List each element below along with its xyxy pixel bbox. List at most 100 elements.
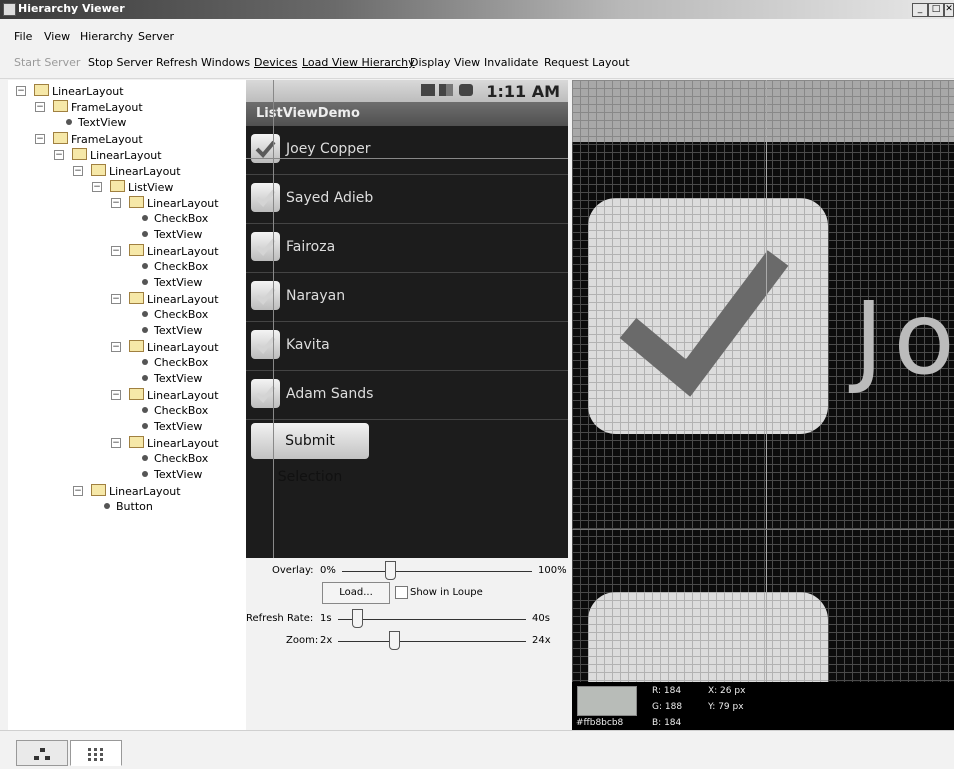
invalidate-button[interactable]: Invalidate [484, 56, 538, 69]
show-in-loupe-checkbox[interactable] [395, 586, 408, 599]
tree-node-linearlayout[interactable]: − LinearLayout [54, 148, 162, 162]
collapse-toggle-icon[interactable]: − [73, 166, 83, 176]
collapse-toggle-icon[interactable]: − [73, 486, 83, 496]
minimize-button[interactable]: _ [912, 3, 928, 17]
tree-node-label: TextView [154, 468, 203, 481]
list-item[interactable]: Fairoza [246, 224, 568, 273]
collapse-toggle-icon[interactable]: − [111, 390, 121, 400]
refresh-rate-label: Refresh Rate: [246, 613, 314, 624]
tree-node-checkbox[interactable]: CheckBox [142, 260, 208, 273]
tree-node-textview[interactable]: TextView [142, 228, 202, 241]
leaf-node-icon [66, 119, 72, 125]
tree-node-linearlayout[interactable]: − LinearLayout [16, 84, 124, 98]
submit-selection-button[interactable]: Submit Selection [251, 423, 369, 485]
list-item-checkbox[interactable] [251, 330, 280, 359]
tree-node-textview[interactable]: TextView [142, 420, 202, 433]
list-item-checkbox[interactable] [251, 232, 280, 261]
tree-node-textview[interactable]: TextView [142, 324, 202, 337]
folder-icon [129, 340, 144, 352]
start-server-button[interactable]: Start Server [14, 56, 80, 69]
overlay-slider-thumb[interactable] [384, 561, 396, 580]
magnified-text: Jo [854, 280, 954, 397]
list-item[interactable]: Narayan [246, 273, 568, 322]
collapse-toggle-icon[interactable]: − [111, 342, 121, 352]
list-item-checkbox[interactable] [251, 281, 280, 310]
pixel-grid-icon [88, 747, 103, 761]
tree-node-label: LinearLayout [109, 485, 181, 498]
refresh-rate-slider[interactable] [338, 619, 526, 620]
refresh-rate-slider-thumb[interactable] [351, 609, 363, 628]
stop-server-button[interactable]: Stop Server [88, 56, 153, 69]
list-item-checkbox[interactable] [251, 379, 280, 408]
collapse-toggle-icon[interactable]: − [111, 438, 121, 448]
menu-file[interactable]: File [14, 30, 32, 43]
title-bar: Hierarchy Viewer _ □ ✕ [0, 0, 954, 19]
tree-node-checkbox[interactable]: CheckBox [142, 356, 208, 369]
folder-icon [72, 148, 87, 160]
collapse-toggle-icon[interactable]: − [92, 182, 102, 192]
folder-icon [53, 132, 68, 144]
tree-node-checkbox[interactable]: CheckBox [142, 452, 208, 465]
tree-node-linearlayout[interactable]: − LinearLayout [111, 196, 219, 210]
list-item[interactable]: Kavita [246, 322, 568, 371]
menu-view[interactable]: View [44, 30, 70, 43]
load-view-hierarchy-button[interactable]: Load View Hierarchy [302, 56, 415, 69]
tree-node-linearlayout[interactable]: − LinearLayout [111, 388, 219, 402]
tree-view-tab[interactable] [16, 740, 68, 766]
menu-hierarchy[interactable]: Hierarchy [80, 30, 133, 43]
folder-icon [91, 484, 106, 496]
tree-node-checkbox[interactable]: CheckBox [142, 212, 208, 225]
overlay-label: Overlay: [272, 565, 314, 576]
collapse-toggle-icon[interactable]: − [16, 86, 26, 96]
tree-node-button[interactable]: Button [104, 500, 153, 513]
overlay-slider[interactable] [342, 571, 532, 572]
collapse-toggle-icon[interactable]: − [35, 102, 45, 112]
checkmark-icon [255, 287, 276, 305]
tree-node-textview[interactable]: TextView [142, 468, 202, 481]
tree-node-checkbox[interactable]: CheckBox [142, 308, 208, 321]
devices-button[interactable]: Devices [254, 56, 297, 69]
menu-server[interactable]: Server [138, 30, 174, 43]
tree-node-linearlayout[interactable]: − LinearLayout [111, 340, 219, 354]
tree-node-textview[interactable]: TextView [66, 116, 126, 129]
refresh-windows-button[interactable]: Refresh Windows [156, 56, 250, 69]
tree-node-label: LinearLayout [147, 245, 219, 258]
leaf-node-icon [142, 311, 148, 317]
display-view-button[interactable]: Display View [410, 56, 480, 69]
tree-node-framelayout[interactable]: − FrameLayout [35, 100, 143, 114]
tree-node-listview[interactable]: − ListView [92, 180, 173, 194]
app-title-bar: ListViewDemo [246, 102, 568, 126]
maximize-button[interactable]: □ [928, 3, 944, 17]
collapse-toggle-icon[interactable]: − [111, 294, 121, 304]
list-item[interactable]: Sayed Adieb [246, 175, 568, 224]
tree-node-linearlayout[interactable]: − LinearLayout [73, 484, 181, 498]
collapse-toggle-icon[interactable]: − [111, 198, 121, 208]
collapse-toggle-icon[interactable]: − [111, 246, 121, 256]
magnified-checkmark-icon [619, 250, 789, 397]
collapse-toggle-icon[interactable]: − [54, 150, 64, 160]
crosshair-vertical [273, 80, 274, 558]
collapse-toggle-icon[interactable]: − [35, 134, 45, 144]
close-button[interactable]: ✕ [944, 3, 954, 17]
loupe-view[interactable]: Jo [572, 80, 954, 682]
tree-node-linearlayout[interactable]: − LinearLayout [111, 244, 219, 258]
tree-node-linearlayout[interactable]: − LinearLayout [111, 292, 219, 306]
tree-node-textview[interactable]: TextView [142, 276, 202, 289]
tree-node-checkbox[interactable]: CheckBox [142, 404, 208, 417]
tree-node-framelayout[interactable]: − FrameLayout [35, 132, 143, 146]
tree-node-linearlayout[interactable]: − LinearLayout [111, 436, 219, 450]
zoom-slider-thumb[interactable] [389, 631, 401, 650]
tree-node-linearlayout[interactable]: − LinearLayout [73, 164, 181, 178]
tree-node-textview[interactable]: TextView [142, 372, 202, 385]
zoom-slider[interactable] [338, 641, 526, 642]
loupe-status-band [572, 80, 954, 142]
list-item[interactable]: Adam Sands [246, 371, 568, 420]
pixel-perfect-tab[interactable] [70, 740, 122, 766]
request-layout-button[interactable]: Request Layout [544, 56, 630, 69]
zoom-min-label: 2x [320, 635, 333, 646]
app-icon [3, 3, 16, 16]
list-item-checkbox[interactable] [251, 183, 280, 212]
list-item[interactable]: Joey Copper [246, 126, 568, 175]
leaf-node-icon [142, 455, 148, 461]
load-overlay-button[interactable]: Load... [322, 582, 390, 604]
